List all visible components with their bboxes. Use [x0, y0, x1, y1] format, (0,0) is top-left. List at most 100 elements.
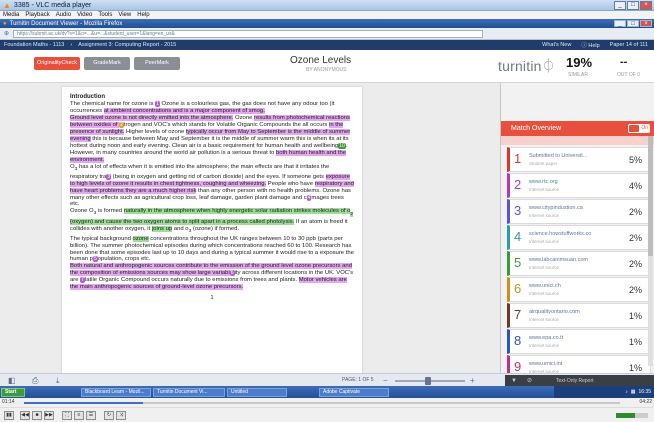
text: Ozone: [233, 114, 255, 121]
start-button[interactable]: Start: [1, 387, 25, 397]
next-button[interactable]: ▶▶: [44, 411, 54, 420]
menu-audio[interactable]: Audio: [56, 12, 71, 18]
match-source[interactable]: airqualityontario.com: [529, 309, 609, 315]
tab-grademark[interactable]: GradeMark: [84, 57, 130, 70]
taskbar-item-untitled[interactable]: Untitled: [227, 387, 287, 397]
volume-tray-icon[interactable]: ♪: [625, 389, 628, 395]
highlight[interactable]: Ground level ozone is not directly emitt…: [70, 114, 234, 121]
match-item[interactable]: 3 www.citypindustion.ca Internet source 2%: [507, 199, 651, 224]
menu-video[interactable]: Video: [77, 12, 92, 18]
menu-help[interactable]: Help: [137, 12, 149, 18]
grade-value[interactable]: --: [620, 56, 627, 68]
match-scrollbar[interactable]: [648, 136, 653, 366]
browser-maximize-button[interactable]: □: [627, 20, 639, 27]
match-item[interactable]: 4 science.howstuffworks.co Internet source…: [507, 225, 651, 250]
match-item[interactable]: 6 www.unici.ch Internet source 2%: [507, 277, 651, 302]
match-source[interactable]: science.howstuffworks.co: [529, 231, 609, 237]
text: (being in oxygen and getting rid of carb…: [111, 173, 326, 180]
fullscreen-button[interactable]: ⛶: [62, 411, 72, 420]
document-viewer[interactable]: Introduction The chemical name for ozone…: [0, 83, 500, 373]
tab-originality[interactable]: OriginalityCheck: [34, 57, 80, 70]
match-item[interactable]: 1 Submitted to Universit... Student paper 5…: [507, 147, 651, 172]
download-icon[interactable]: ⤓: [56, 376, 60, 386]
zoom-slider[interactable]: [395, 377, 465, 385]
match-index: 9: [514, 359, 522, 374]
vlc-seek-bar: 01:14 04:22: [0, 398, 654, 407]
volume-slider[interactable]: [616, 413, 648, 418]
match-source[interactable]: www.rtc.org: [529, 179, 609, 185]
system-tray: ♪ ▦ 16:35: [554, 386, 654, 398]
menu-tools[interactable]: Tools: [98, 12, 112, 18]
text: opulation, crops etc.: [97, 256, 151, 263]
play-button[interactable]: ▮▮: [4, 411, 14, 420]
tii-top-nav: Foundation Maths - 1113 › Assignment 3: …: [0, 40, 654, 50]
text-only-report-link[interactable]: Text-Only Report: [556, 378, 594, 384]
exclude-icon[interactable]: ⊘: [527, 377, 532, 384]
vlc-window-title: 3385 - VLC media player: [13, 1, 92, 9]
breadcrumb-assignment[interactable]: Assignment 3: Computing Report - 2015: [78, 42, 176, 48]
seek-track[interactable]: [24, 402, 620, 404]
report-tools: ▼ ⊘ Text-Only Report: [505, 375, 654, 386]
help-link[interactable]: ⓘ Help: [581, 41, 599, 49]
print-icon[interactable]: ⎙: [32, 376, 38, 386]
layers-icon[interactable]: ◧: [8, 376, 16, 385]
highlight[interactable]: ozone: [132, 235, 149, 242]
zoom-in-icon[interactable]: +: [470, 376, 475, 385]
match-percent: 4%: [628, 181, 642, 191]
taskbar-item-captivate[interactable]: Adobe Captivate: [319, 387, 389, 397]
menu-playback[interactable]: Playback: [25, 12, 49, 18]
paragraph-1: The chemical name for ozone is 1 Ozone i…: [70, 100, 354, 115]
match-index: 8: [514, 333, 522, 348]
match-item[interactable]: 7 airqualityontario.com Internet source 1%: [507, 303, 651, 328]
filter-icon[interactable]: ▼: [511, 378, 517, 384]
similarity-score[interactable]: 19%: [566, 55, 592, 70]
menu-view[interactable]: View: [118, 12, 131, 18]
network-tray-icon[interactable]: ▦: [631, 389, 636, 395]
previous-button[interactable]: ◀◀: [20, 411, 30, 420]
taskbar-item-blackboard[interactable]: Blackboard Learn - Mozil...: [81, 387, 151, 397]
match-source[interactable]: Submitted to Universit...: [529, 153, 609, 159]
scrollbar-thumb[interactable]: [648, 136, 653, 256]
browser-window-title: Turnitin Document Viewer - Mozilla Firef…: [9, 20, 123, 27]
match-index: 4: [514, 229, 522, 244]
stop-button[interactable]: ■: [32, 411, 42, 420]
clock[interactable]: 16:35: [638, 389, 651, 395]
menu-media[interactable]: Media: [3, 12, 19, 18]
extended-settings-button[interactable]: ≡: [74, 411, 84, 420]
paper-counter: Paper 14 of 111: [609, 42, 648, 48]
shuffle-button[interactable]: ⤨: [116, 411, 126, 420]
zoom-slider-knob[interactable]: [425, 377, 431, 385]
match-source[interactable]: www.citypindustion.ca: [529, 205, 609, 211]
url-field[interactable]: https://submit.ac.uk/dv?s=1&o=...&u=...&…: [13, 29, 484, 38]
match-source[interactable]: www.labcanimsuan.com: [529, 257, 609, 263]
match-item[interactable]: 5 www.labcanimsuan.com Internet source 2%: [507, 251, 651, 276]
maximize-button[interactable]: □: [627, 1, 639, 10]
match-item[interactable]: 8 www.epa.co.tt Internet source 1%: [507, 329, 651, 354]
match-marker[interactable]: 10: [338, 142, 346, 149]
match-source[interactable]: www.unici.ch: [529, 283, 609, 289]
highlight[interactable]: at ambient concentrations and is a major…: [103, 107, 265, 114]
loop-button[interactable]: ↻: [104, 411, 114, 420]
browser-close-button[interactable]: ×: [640, 20, 652, 27]
match-item[interactable]: 2 www.rtc.org Internet source 4%: [507, 173, 651, 198]
match-source[interactable]: www.epa.co.tt: [529, 335, 609, 341]
total-time: 04:22: [639, 399, 652, 405]
whats-new-link[interactable]: What's New: [542, 42, 571, 48]
zoom-out-icon[interactable]: −: [383, 376, 388, 385]
taskbar-item-turnitin[interactable]: Turnitin Document Vi...: [153, 387, 225, 397]
seek-progress: [24, 402, 144, 404]
breadcrumb-class[interactable]: Foundation Maths - 1113: [4, 42, 64, 48]
highlight[interactable]: (oxygen) and cause the two oxygen atoms …: [70, 218, 295, 225]
highlight[interactable]: naturally in the atmosphere when highly …: [123, 208, 351, 215]
minimize-button[interactable]: _: [614, 1, 626, 10]
highlight[interactable]: joins up: [151, 225, 173, 232]
close-button[interactable]: ×: [640, 1, 652, 10]
match-toggle[interactable]: On: [628, 124, 650, 133]
browser-minimize-button[interactable]: _: [614, 20, 626, 27]
tab-peermark[interactable]: PeerMark: [134, 57, 180, 70]
site-identity-icon[interactable]: ⊕: [4, 30, 9, 37]
match-source[interactable]: www.umici.int: [529, 361, 609, 367]
match-percent: 2%: [628, 233, 642, 243]
playlist-button[interactable]: ☰: [86, 411, 96, 420]
text: trogen and VOC's which stands for Volati…: [123, 121, 330, 128]
